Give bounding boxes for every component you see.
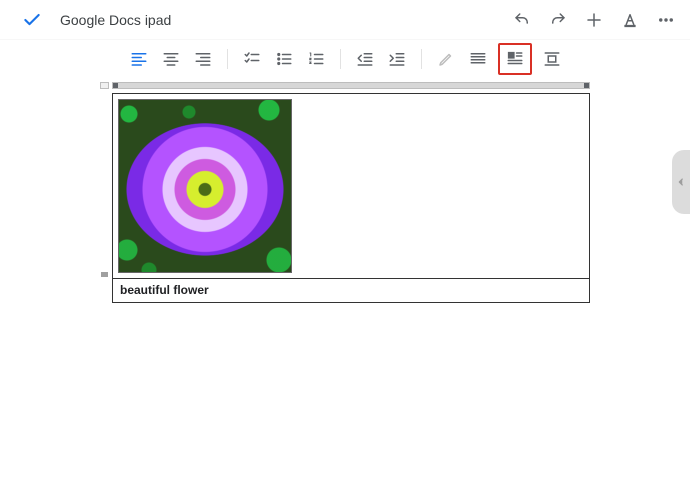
horizontal-ruler[interactable] [112, 82, 590, 89]
table-cell-image[interactable] [113, 94, 589, 279]
document-page[interactable]: beautiful flower [112, 93, 590, 303]
ruler-corner [100, 82, 109, 89]
toolbar-separator [340, 49, 341, 69]
indent-decrease-icon[interactable] [353, 47, 377, 71]
bulleted-list-icon[interactable] [272, 47, 296, 71]
undo-icon[interactable] [508, 6, 536, 34]
vertical-ruler[interactable] [100, 93, 109, 303]
more-menu-icon[interactable] [652, 6, 680, 34]
app-header: Google Docs ipad [0, 0, 690, 40]
checklist-icon[interactable] [240, 47, 264, 71]
align-right-icon[interactable] [191, 47, 215, 71]
insert-plus-icon[interactable] [580, 6, 608, 34]
align-center-icon[interactable] [159, 47, 183, 71]
redo-icon[interactable] [544, 6, 572, 34]
numbered-list-icon[interactable] [304, 47, 328, 71]
align-left-icon[interactable] [127, 47, 151, 71]
side-panel-handle[interactable] [672, 150, 690, 214]
toolbar-separator [227, 49, 228, 69]
image-break-text-icon[interactable] [540, 47, 564, 71]
indent-increase-icon[interactable] [385, 47, 409, 71]
text-format-icon[interactable] [616, 6, 644, 34]
table-cell-caption[interactable]: beautiful flower [113, 279, 589, 302]
edit-pencil-icon[interactable] [434, 47, 458, 71]
image-wrap-text-icon[interactable] [498, 43, 532, 75]
toolbar-separator [421, 49, 422, 69]
document-image[interactable] [118, 99, 292, 273]
document-canvas: beautiful flower [0, 82, 690, 303]
document-title[interactable]: Google Docs ipad [60, 12, 171, 28]
image-inline-icon[interactable] [466, 47, 490, 71]
format-toolbar [0, 40, 690, 78]
done-check-icon[interactable] [18, 6, 46, 34]
